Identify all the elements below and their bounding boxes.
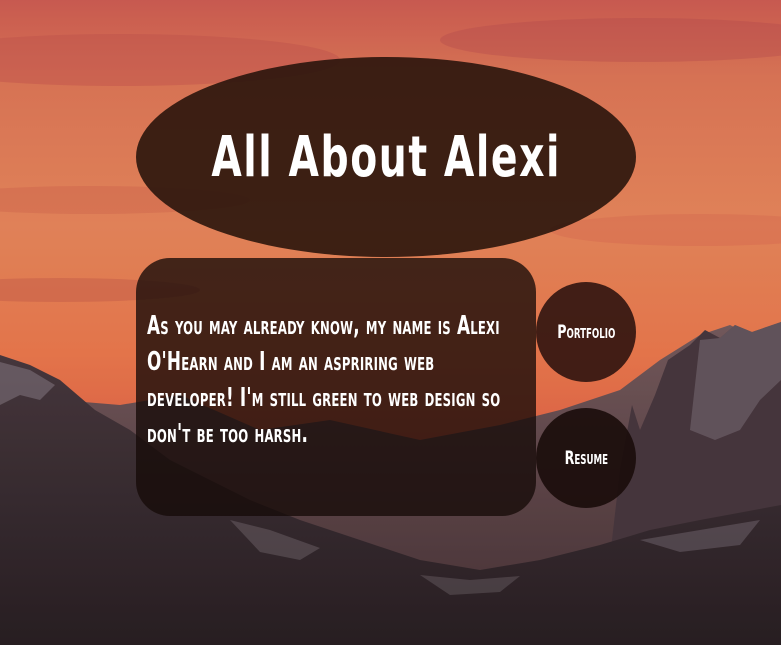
- resume-label: Resume: [564, 447, 608, 469]
- title-banner: All About Alexi: [136, 57, 636, 257]
- portfolio-button[interactable]: Portfolio: [536, 282, 636, 382]
- portfolio-label: Portfolio: [556, 321, 616, 343]
- about-panel: As you may already know, my name is Alex…: [136, 258, 536, 516]
- page-title: All About Alexi: [211, 124, 561, 190]
- resume-button[interactable]: Resume: [536, 408, 636, 508]
- about-text: As you may already know, my name is Alex…: [147, 311, 501, 449]
